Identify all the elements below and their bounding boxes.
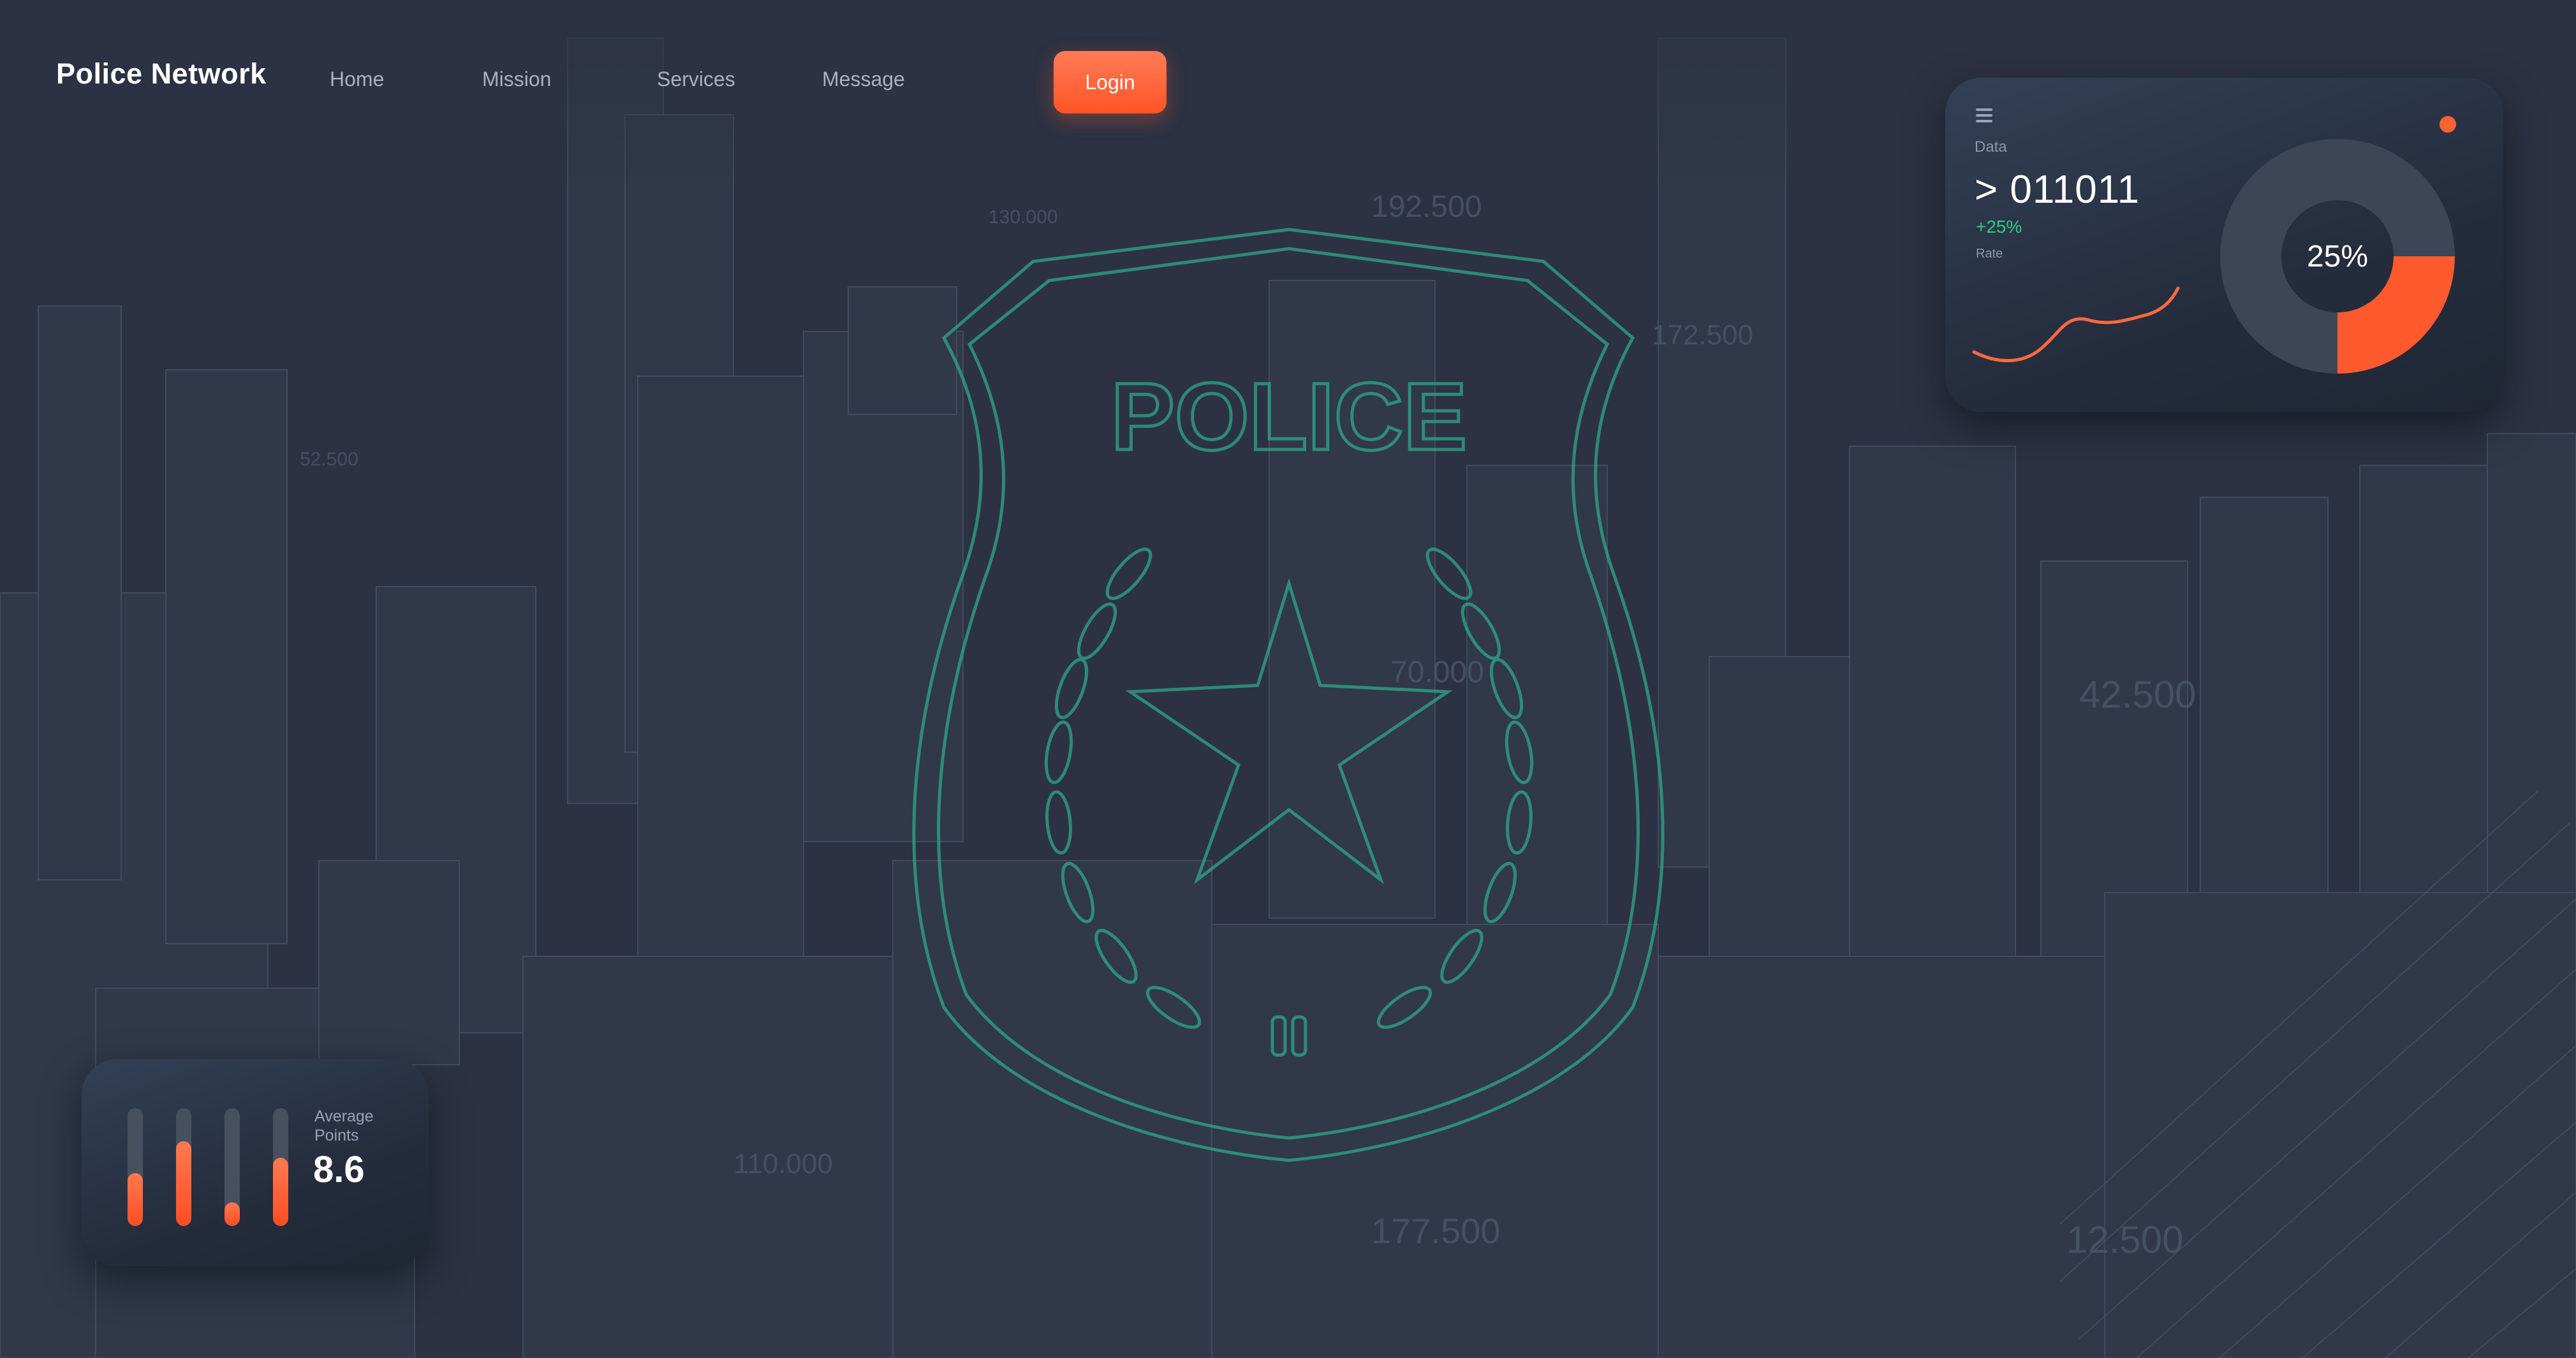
bar-3 [224,1108,240,1226]
average-points-card: Average Points 8.6 [82,1059,429,1266]
rate-sparkline [1972,286,2180,363]
svg-text:172.500: 172.500 [1652,319,1753,351]
svg-text:52.500: 52.500 [300,449,358,470]
points-value: 8.6 [313,1149,365,1190]
points-label: Average Points [314,1107,374,1145]
badge-text: POLICE [1111,363,1467,470]
donut-label: 25% [2306,239,2369,274]
login-button[interactable]: Login [1054,51,1167,113]
data-card: Data > 011011 +25% Rate 25% [1945,78,2503,412]
nav-link-services[interactable]: Services [657,68,735,91]
bar-fill-1 [128,1172,143,1226]
bar-fill-4 [273,1157,288,1226]
svg-text:177.500: 177.500 [1371,1211,1500,1251]
svg-text:70.000: 70.000 [1390,655,1484,689]
svg-text:42.500: 42.500 [2079,673,2197,716]
brand-logo[interactable]: Police Network [56,57,267,91]
points-label-line2: Points [314,1127,359,1144]
svg-text:192.500: 192.500 [1371,190,1482,224]
bar-fill-2 [176,1141,191,1226]
bar-2 [176,1108,191,1226]
bar-chart [128,1105,293,1226]
svg-text:12.500: 12.500 [2066,1218,2184,1261]
menu-icon[interactable] [1976,108,1992,124]
svg-text:110.000: 110.000 [733,1148,833,1179]
rate-label: Rate [1976,247,2003,261]
nav-link-mission[interactable]: Mission [482,68,551,91]
data-change: +25% [1976,217,2022,237]
nav-link-message[interactable]: Message [822,68,905,91]
bar-1 [128,1108,143,1226]
nav-link-home[interactable]: Home [330,68,384,91]
data-title: Data [1975,138,2007,156]
bar-4 [273,1108,288,1226]
points-label-line1: Average [314,1107,374,1125]
data-value: > 011011 [1975,168,2140,212]
svg-text:130.000: 130.000 [989,207,1057,228]
bar-fill-3 [224,1202,240,1226]
